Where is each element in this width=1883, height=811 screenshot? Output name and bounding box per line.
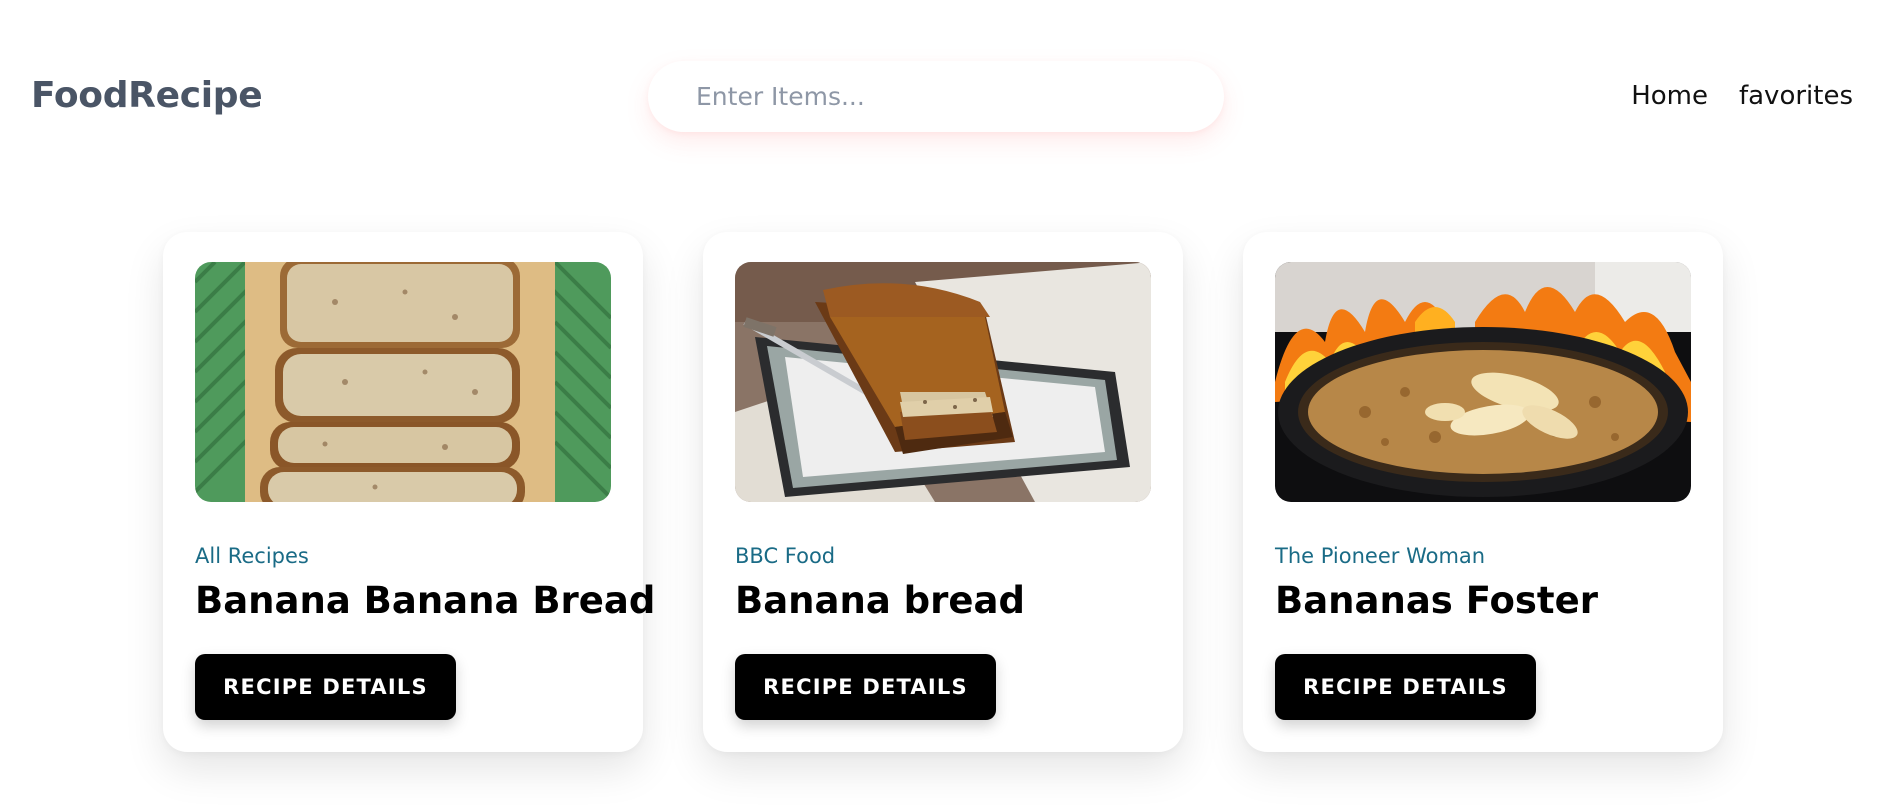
site-header: FoodRecipe Home favorites — [0, 0, 1883, 190]
recipe-image-bananas-foster-flambe — [1275, 262, 1691, 502]
recipe-list: All Recipes Banana Banana Bread RECIPE D… — [163, 232, 1723, 752]
brand-logo[interactable]: FoodRecipe — [31, 74, 263, 118]
recipe-source: BBC Food — [735, 544, 836, 568]
recipe-title: Banana bread — [735, 579, 1025, 622]
nav-home-link[interactable]: Home — [1631, 78, 1708, 114]
main-nav: Home favorites — [1631, 78, 1853, 114]
recipe-image-banana-bread-slices — [195, 262, 611, 502]
search-bar — [648, 61, 1224, 132]
recipe-details-button[interactable]: RECIPE DETAILS — [735, 654, 996, 720]
recipe-source: The Pioneer Woman — [1275, 544, 1486, 568]
search-input[interactable] — [648, 61, 1224, 132]
recipe-card: BBC Food Banana bread RECIPE DETAILS — [703, 232, 1183, 752]
recipe-title: Banana Banana Bread — [195, 579, 656, 622]
recipe-card: The Pioneer Woman Bananas Foster RECIPE … — [1243, 232, 1723, 752]
recipe-image-banana-bread-loaf — [735, 262, 1151, 502]
recipe-title: Bananas Foster — [1275, 579, 1598, 622]
recipe-details-button[interactable]: RECIPE DETAILS — [1275, 654, 1536, 720]
recipe-card: All Recipes Banana Banana Bread RECIPE D… — [163, 232, 655, 752]
page: FoodRecipe Home favorites — [0, 0, 1883, 811]
nav-favorites-link[interactable]: favorites — [1739, 78, 1853, 114]
recipe-source: All Recipes — [195, 544, 309, 568]
recipe-details-button[interactable]: RECIPE DETAILS — [195, 654, 456, 720]
